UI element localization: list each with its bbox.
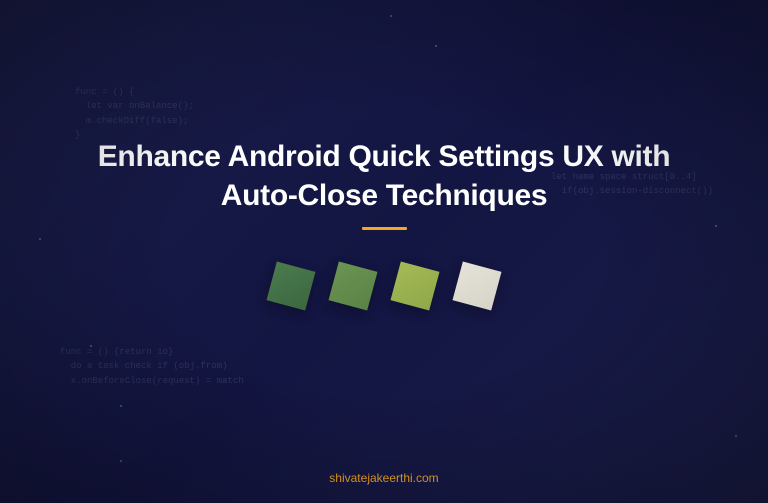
tile-1 — [267, 262, 316, 311]
tile-2 — [329, 262, 378, 311]
decorative-tiles — [271, 266, 497, 306]
tile-4 — [453, 262, 502, 311]
footer-link[interactable]: shivatejakeerthi.com — [0, 471, 768, 485]
hero-content: Enhance Android Quick Settings UX with A… — [0, 0, 768, 503]
hero-title: Enhance Android Quick Settings UX with A… — [84, 137, 684, 215]
tile-3 — [391, 262, 440, 311]
title-underline — [362, 227, 407, 230]
